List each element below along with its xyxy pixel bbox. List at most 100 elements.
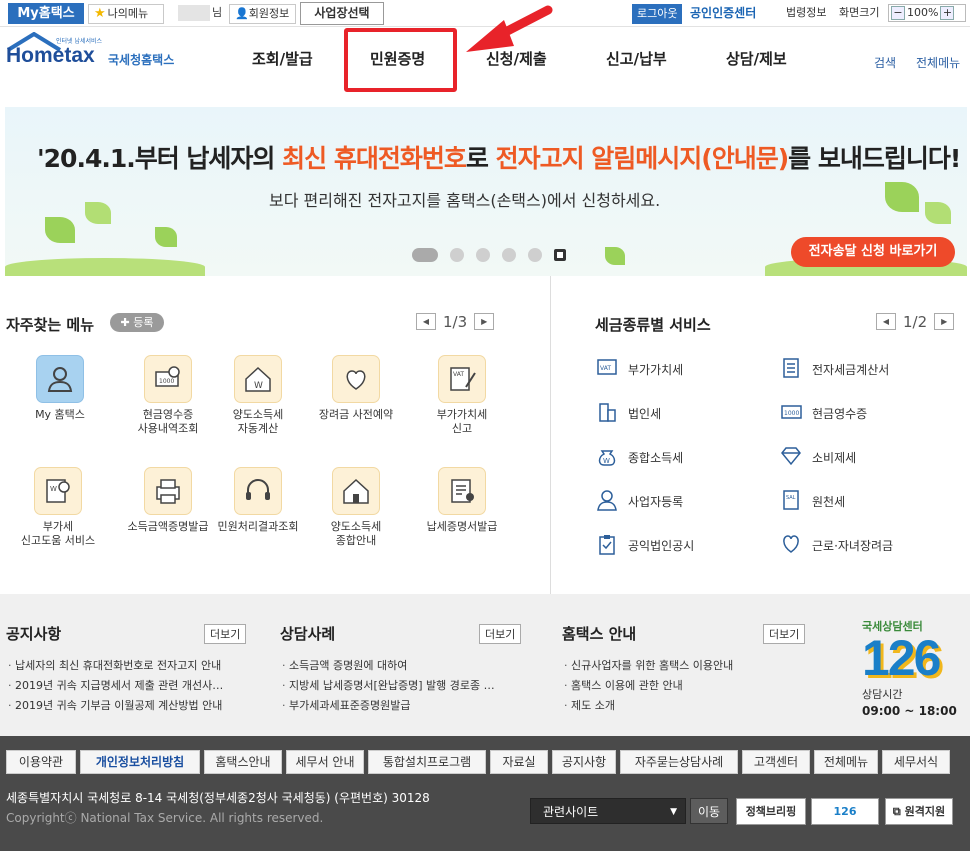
more-button[interactable]: 더보기 [763, 624, 806, 644]
tax-service-cash-receipt[interactable]: 1000 현금영수증 [780, 401, 867, 426]
next-icon[interactable]: ▶ [474, 313, 495, 330]
list-item[interactable]: 소득금액 증명원에 대하여 [282, 656, 495, 676]
consult-center-126[interactable]: 국세상담센터 126 상담시간 09:00 ~ 18:00 [862, 618, 966, 722]
list-item[interactable]: 홈택스 이용에 관한 안내 [564, 676, 733, 696]
footer-link[interactable]: 개인정보처리방침 [80, 750, 200, 774]
footer-link[interactable]: 자료실 [490, 750, 548, 774]
footer-link[interactable]: 공지사항 [552, 750, 616, 774]
remote-support-button[interactable]: ⧉ 원격지원 [885, 798, 953, 825]
document-search-icon: W [34, 467, 82, 515]
notice-col-title: 상담사례 [280, 625, 336, 643]
go-button[interactable]: 이동 [690, 798, 728, 824]
hours-value: 09:00 ~ 18:00 [862, 704, 957, 718]
favorite-item-transfer-tax-calc[interactable]: W 양도소득세 자동계산 [210, 355, 306, 436]
tax-service-consumption-tax[interactable]: 소비제세 [780, 445, 856, 470]
footer-link[interactable]: 자주묻는상담사례 [620, 750, 738, 774]
tax-service-public-corp-disclosure[interactable]: 공익법인공시 [596, 533, 694, 558]
business-select-button[interactable]: 사업장선택 [300, 2, 384, 25]
house-won-icon: W [234, 355, 282, 403]
search-link[interactable]: 검색 [874, 54, 896, 71]
zoom-in-button[interactable]: + [940, 6, 955, 20]
red-arrow-icon [466, 5, 553, 52]
favorite-item-vat-report[interactable]: VAT 부가가치세 신고 [414, 355, 510, 436]
list-item[interactable]: 신규사업자를 위한 홈택스 이용안내 [564, 656, 733, 676]
e-delivery-apply-button[interactable]: 전자송달 신청 바로가기 [791, 237, 955, 267]
policy-briefing-button[interactable]: 정책브리핑 [736, 798, 806, 825]
banner-dot-5[interactable] [528, 247, 542, 262]
banner-pagination [412, 244, 578, 263]
tax-service-withholding-tax[interactable]: SAL 원천세 [780, 489, 845, 514]
tax-service-corporate-tax[interactable]: 법인세 [596, 401, 661, 426]
list-item[interactable]: 제도 소개 [564, 696, 733, 716]
notice-list: 소득금액 증명원에 대하여지방세 납세증명서[완납증명] 발행 경로종 …부가세… [282, 656, 495, 716]
next-icon[interactable]: ▶ [934, 313, 955, 330]
receipt-search-icon: 1000 [144, 355, 192, 403]
footer-link[interactable]: 세무서식 [882, 750, 950, 774]
favorite-item-vat-help-service[interactable]: W 부가세 신고도움 서비스 [10, 467, 106, 548]
favorite-item-income-cert-issue[interactable]: 소득금액증명발급 [120, 467, 216, 534]
banner-dot-4[interactable] [502, 247, 516, 262]
favorite-item-tax-payment-cert[interactable]: 납세증명서발급 [414, 467, 510, 534]
banner-dot-2[interactable] [450, 247, 464, 262]
favorite-item-incentive-reservation[interactable]: 장려금 사전예약 [308, 355, 404, 422]
list-item[interactable]: 부가세과세표준증명원발급 [282, 696, 495, 716]
list-item[interactable]: 지방세 납세증명서[완납증명] 발행 경로종 … [282, 676, 495, 696]
prev-icon[interactable]: ◀ [416, 313, 436, 330]
tax-service-business-registration[interactable]: 사업자등록 [596, 489, 683, 514]
notice-col-title: 홈택스 안내 [562, 625, 637, 643]
zoom-out-button[interactable]: − [891, 6, 905, 20]
banner-stop-button[interactable] [554, 248, 566, 261]
my-hometax-tab[interactable]: My홈택스 [8, 3, 84, 24]
footer-link[interactable]: 홈택스안내 [204, 750, 282, 774]
favorite-item-transfer-tax-guide[interactable]: 양도소득세 종합안내 [308, 467, 404, 548]
logout-button[interactable]: 로그아웃 [632, 4, 683, 24]
tax-service-e-tax-invoice[interactable]: 전자세금계산서 [780, 357, 889, 382]
my-menu-button[interactable]: ★ 나의메뉴 [88, 4, 164, 24]
footer-link[interactable]: 세무서 안내 [286, 750, 364, 774]
footer-link[interactable]: 이용약관 [6, 750, 76, 774]
favorite-item-label: 양도소득세 종합안내 [330, 520, 382, 547]
cert-center-link[interactable]: 공인인증센터 [685, 4, 762, 24]
register-favorite-button[interactable]: ✚ 등록 [110, 313, 164, 332]
list-item[interactable]: 납세자의 최신 휴대전화번호로 전자고지 안내 [8, 656, 223, 676]
tax-service-income-tax[interactable]: W 종합소득세 [596, 445, 683, 470]
list-item[interactable]: 2019년 귀속 지급명세서 제출 관련 개선사… [8, 676, 223, 696]
favorite-item-label: 민원처리결과조회 [217, 520, 299, 533]
center-126-button[interactable]: 126 [811, 798, 879, 825]
vat-document-icon: VAT [438, 355, 486, 403]
tax-service-label: 원천세 [812, 495, 846, 509]
tax-service-earned-child-incentive[interactable]: 근로·자녀장려금 [780, 533, 893, 558]
all-menu-link[interactable]: 전체메뉴 [916, 54, 960, 71]
more-button[interactable]: 더보기 [479, 624, 522, 644]
nav-lookup-issue[interactable]: 조회/발급 [252, 48, 313, 69]
my-menu-label: 나의메뉴 [107, 7, 149, 20]
law-info-link[interactable]: 법령정보 [781, 4, 832, 24]
banner-dot-3[interactable] [476, 247, 490, 262]
hometax-logo[interactable]: 인터넷 납세서비스 Hometax 국세청홈택스 [6, 31, 196, 76]
footer-link[interactable]: 통합설치프로그램 [368, 750, 486, 774]
notice-banner[interactable]: '20.4.1.부터 납세자의 최신 휴대전화번호로 전자고지 알림메시지(안내… [5, 107, 967, 276]
remote-icon: ⧉ [892, 805, 901, 818]
nav-consult-report[interactable]: 상담/제보 [726, 48, 787, 69]
footer-link[interactable]: 고객센터 [742, 750, 810, 774]
prev-icon[interactable]: ◀ [876, 313, 896, 330]
person-icon [596, 489, 628, 514]
favorite-item-civil-result-lookup[interactable]: 민원처리결과조회 [210, 467, 306, 534]
register-label: 등록 [133, 316, 154, 329]
favorite-item-my-hometax[interactable]: My 홈택스 [12, 355, 108, 422]
heart-hand-icon [332, 355, 380, 403]
list-item[interactable]: 2019년 귀속 기부금 이월공제 계산방법 안내 [8, 696, 223, 716]
favorite-item-cash-receipt-lookup[interactable]: 1000 현금영수증 사용내역조회 [120, 355, 216, 436]
favorites-pager: ◀ 1/3 ▶ [416, 312, 495, 331]
tax-service-vat[interactable]: VAT 부가가치세 [596, 357, 683, 382]
footer-link[interactable]: 전체메뉴 [814, 750, 878, 774]
related-site-select[interactable]: 관련사이트 ▼ [530, 798, 686, 824]
nav-report-pay[interactable]: 신고/납부 [606, 48, 667, 69]
member-info-button[interactable]: 👤회원정보 [229, 4, 296, 24]
svg-text:1000: 1000 [784, 410, 799, 417]
banner-dot-1[interactable] [412, 247, 438, 262]
favorite-item-label: My 홈택스 [35, 408, 85, 421]
notice-col-title: 공지사항 [6, 625, 62, 643]
more-button[interactable]: 더보기 [204, 624, 247, 644]
leaf-decoration [605, 247, 625, 265]
